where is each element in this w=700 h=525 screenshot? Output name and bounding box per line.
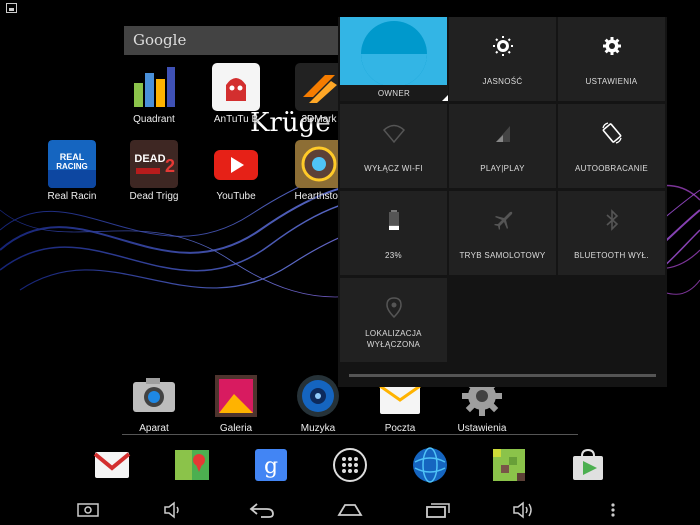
app-label: YouTube <box>216 191 256 202</box>
gmail-icon[interactable] <box>93 446 131 484</box>
gear-icon <box>602 37 621 55</box>
signal-icon <box>495 126 510 142</box>
search-placeholder: Google <box>133 31 187 49</box>
app-label: Muzyka <box>300 423 336 434</box>
app-label: Dead Trigg <box>129 191 179 202</box>
location-icon <box>385 297 402 318</box>
3dmark-icon <box>295 63 343 111</box>
airplane-icon <box>493 211 512 230</box>
qs-tile-brightness[interactable]: JASNOŚĆ <box>449 17 556 101</box>
qs-label: JASNOŚĆ <box>482 77 523 86</box>
app-label: Real Racin <box>47 191 97 202</box>
svg-text:RACING: RACING <box>56 162 88 171</box>
dock-app-camera[interactable]: Aparat <box>115 372 193 434</box>
qs-label: 23% <box>385 251 402 260</box>
maps-icon[interactable] <box>173 446 211 484</box>
dock-divider <box>122 434 578 435</box>
menu-icon[interactable] <box>593 498 633 522</box>
corner-indicator-icon <box>442 95 448 101</box>
app-label: Aparat <box>139 423 169 434</box>
google-search-icon[interactable]: g <box>252 446 290 484</box>
home-icon[interactable] <box>330 498 370 522</box>
owner-footer: OWNER <box>340 85 448 101</box>
app-antutu[interactable]: AnTuTu B <box>197 63 275 125</box>
app-dead-trigger[interactable]: DEAD 2 Dead Trigg <box>115 140 193 202</box>
bluetooth-icon <box>605 209 618 231</box>
music-icon <box>297 375 339 417</box>
qs-tile-auto-rotate[interactable]: AUTOOBRACANIE <box>558 104 665 188</box>
qs-label: WYŁĄCZ WI-FI <box>364 164 423 173</box>
qs-label: PLAY|PLAY <box>480 164 525 173</box>
app-label: Galeria <box>219 423 253 434</box>
app-drawer-icon[interactable] <box>331 446 369 484</box>
screenshot-icon[interactable] <box>68 498 108 522</box>
volume-down-icon[interactable] <box>154 498 194 522</box>
real-racing-icon: REAL RACING <box>48 140 96 188</box>
status-bar <box>0 0 700 16</box>
wifi-off-icon <box>382 124 405 144</box>
qs-tile-owner[interactable]: OWNER <box>340 17 448 101</box>
qs-label: TRYB SAMOLOTOWY <box>459 251 546 260</box>
auto-rotate-icon <box>601 122 622 144</box>
svg-text:REAL: REAL <box>60 152 85 162</box>
qs-label: OWNER <box>377 88 411 98</box>
app-label: Quadrant <box>133 114 175 125</box>
qs-label: USTAWIENIA <box>585 77 638 86</box>
play-store-icon[interactable] <box>569 446 607 484</box>
antutu-icon <box>212 63 260 111</box>
hotseat: g <box>0 440 700 490</box>
brightness-icon <box>492 36 513 56</box>
qs-label: BLUETOOTH WYŁ. <box>574 251 649 260</box>
qs-tile-wifi[interactable]: WYŁĄCZ WI-FI <box>340 104 447 188</box>
volume-up-icon[interactable] <box>504 498 544 522</box>
qs-tile-bluetooth[interactable]: BLUETOOTH WYŁ. <box>558 191 665 275</box>
dead-trigger-icon: DEAD 2 <box>130 140 178 188</box>
google-search-bar[interactable]: Google <box>124 26 364 55</box>
qs-tile-airplane-mode[interactable]: TRYB SAMOLOTOWY <box>449 191 556 275</box>
hearthstone-icon <box>295 140 343 188</box>
qs-label: AUTOOBRACANIE <box>574 164 649 173</box>
image-notification-icon <box>6 3 17 13</box>
browser-globe-icon[interactable] <box>411 446 449 484</box>
panel-handle[interactable] <box>349 374 656 377</box>
qs-tile-settings[interactable]: USTAWIENIA <box>558 17 665 101</box>
qs-tile-battery[interactable]: 23% <box>340 191 447 275</box>
recent-apps-icon[interactable] <box>418 498 458 522</box>
app-youtube[interactable]: YouTube <box>197 140 275 202</box>
qs-tile-location[interactable]: LOKALIZACJA WYŁĄCZONA <box>340 278 447 362</box>
quick-settings-panel: OWNER JASNOŚĆ USTAWIENIA WYŁĄCZ WI-FI PL… <box>338 17 667 387</box>
gallery-icon <box>215 375 257 417</box>
qs-label: WYŁĄCZONA <box>366 340 421 349</box>
youtube-icon <box>214 150 258 180</box>
back-icon[interactable] <box>242 498 282 522</box>
app-label: Poczta <box>384 423 416 434</box>
app-label: Ustawienia <box>457 423 507 434</box>
app-label: AnTuTu B <box>213 114 259 125</box>
navigation-bar <box>0 494 700 525</box>
svg-text:g: g <box>264 454 278 479</box>
quadrant-icon <box>134 67 175 107</box>
app-real-racing[interactable]: REAL RACING Real Racin <box>33 140 111 202</box>
battery-icon <box>388 210 399 230</box>
minecraft-icon[interactable] <box>490 446 528 484</box>
svg-text:DEAD: DEAD <box>134 153 165 165</box>
dock-app-gallery[interactable]: Galeria <box>197 372 275 434</box>
user-avatar-icon <box>361 21 427 87</box>
camera-icon <box>133 378 175 412</box>
svg-text:2: 2 <box>165 156 175 176</box>
qs-tile-mobile-network[interactable]: PLAY|PLAY <box>449 104 556 188</box>
qs-label: LOKALIZACJA <box>365 329 422 338</box>
app-quadrant[interactable]: Quadrant <box>115 63 193 125</box>
